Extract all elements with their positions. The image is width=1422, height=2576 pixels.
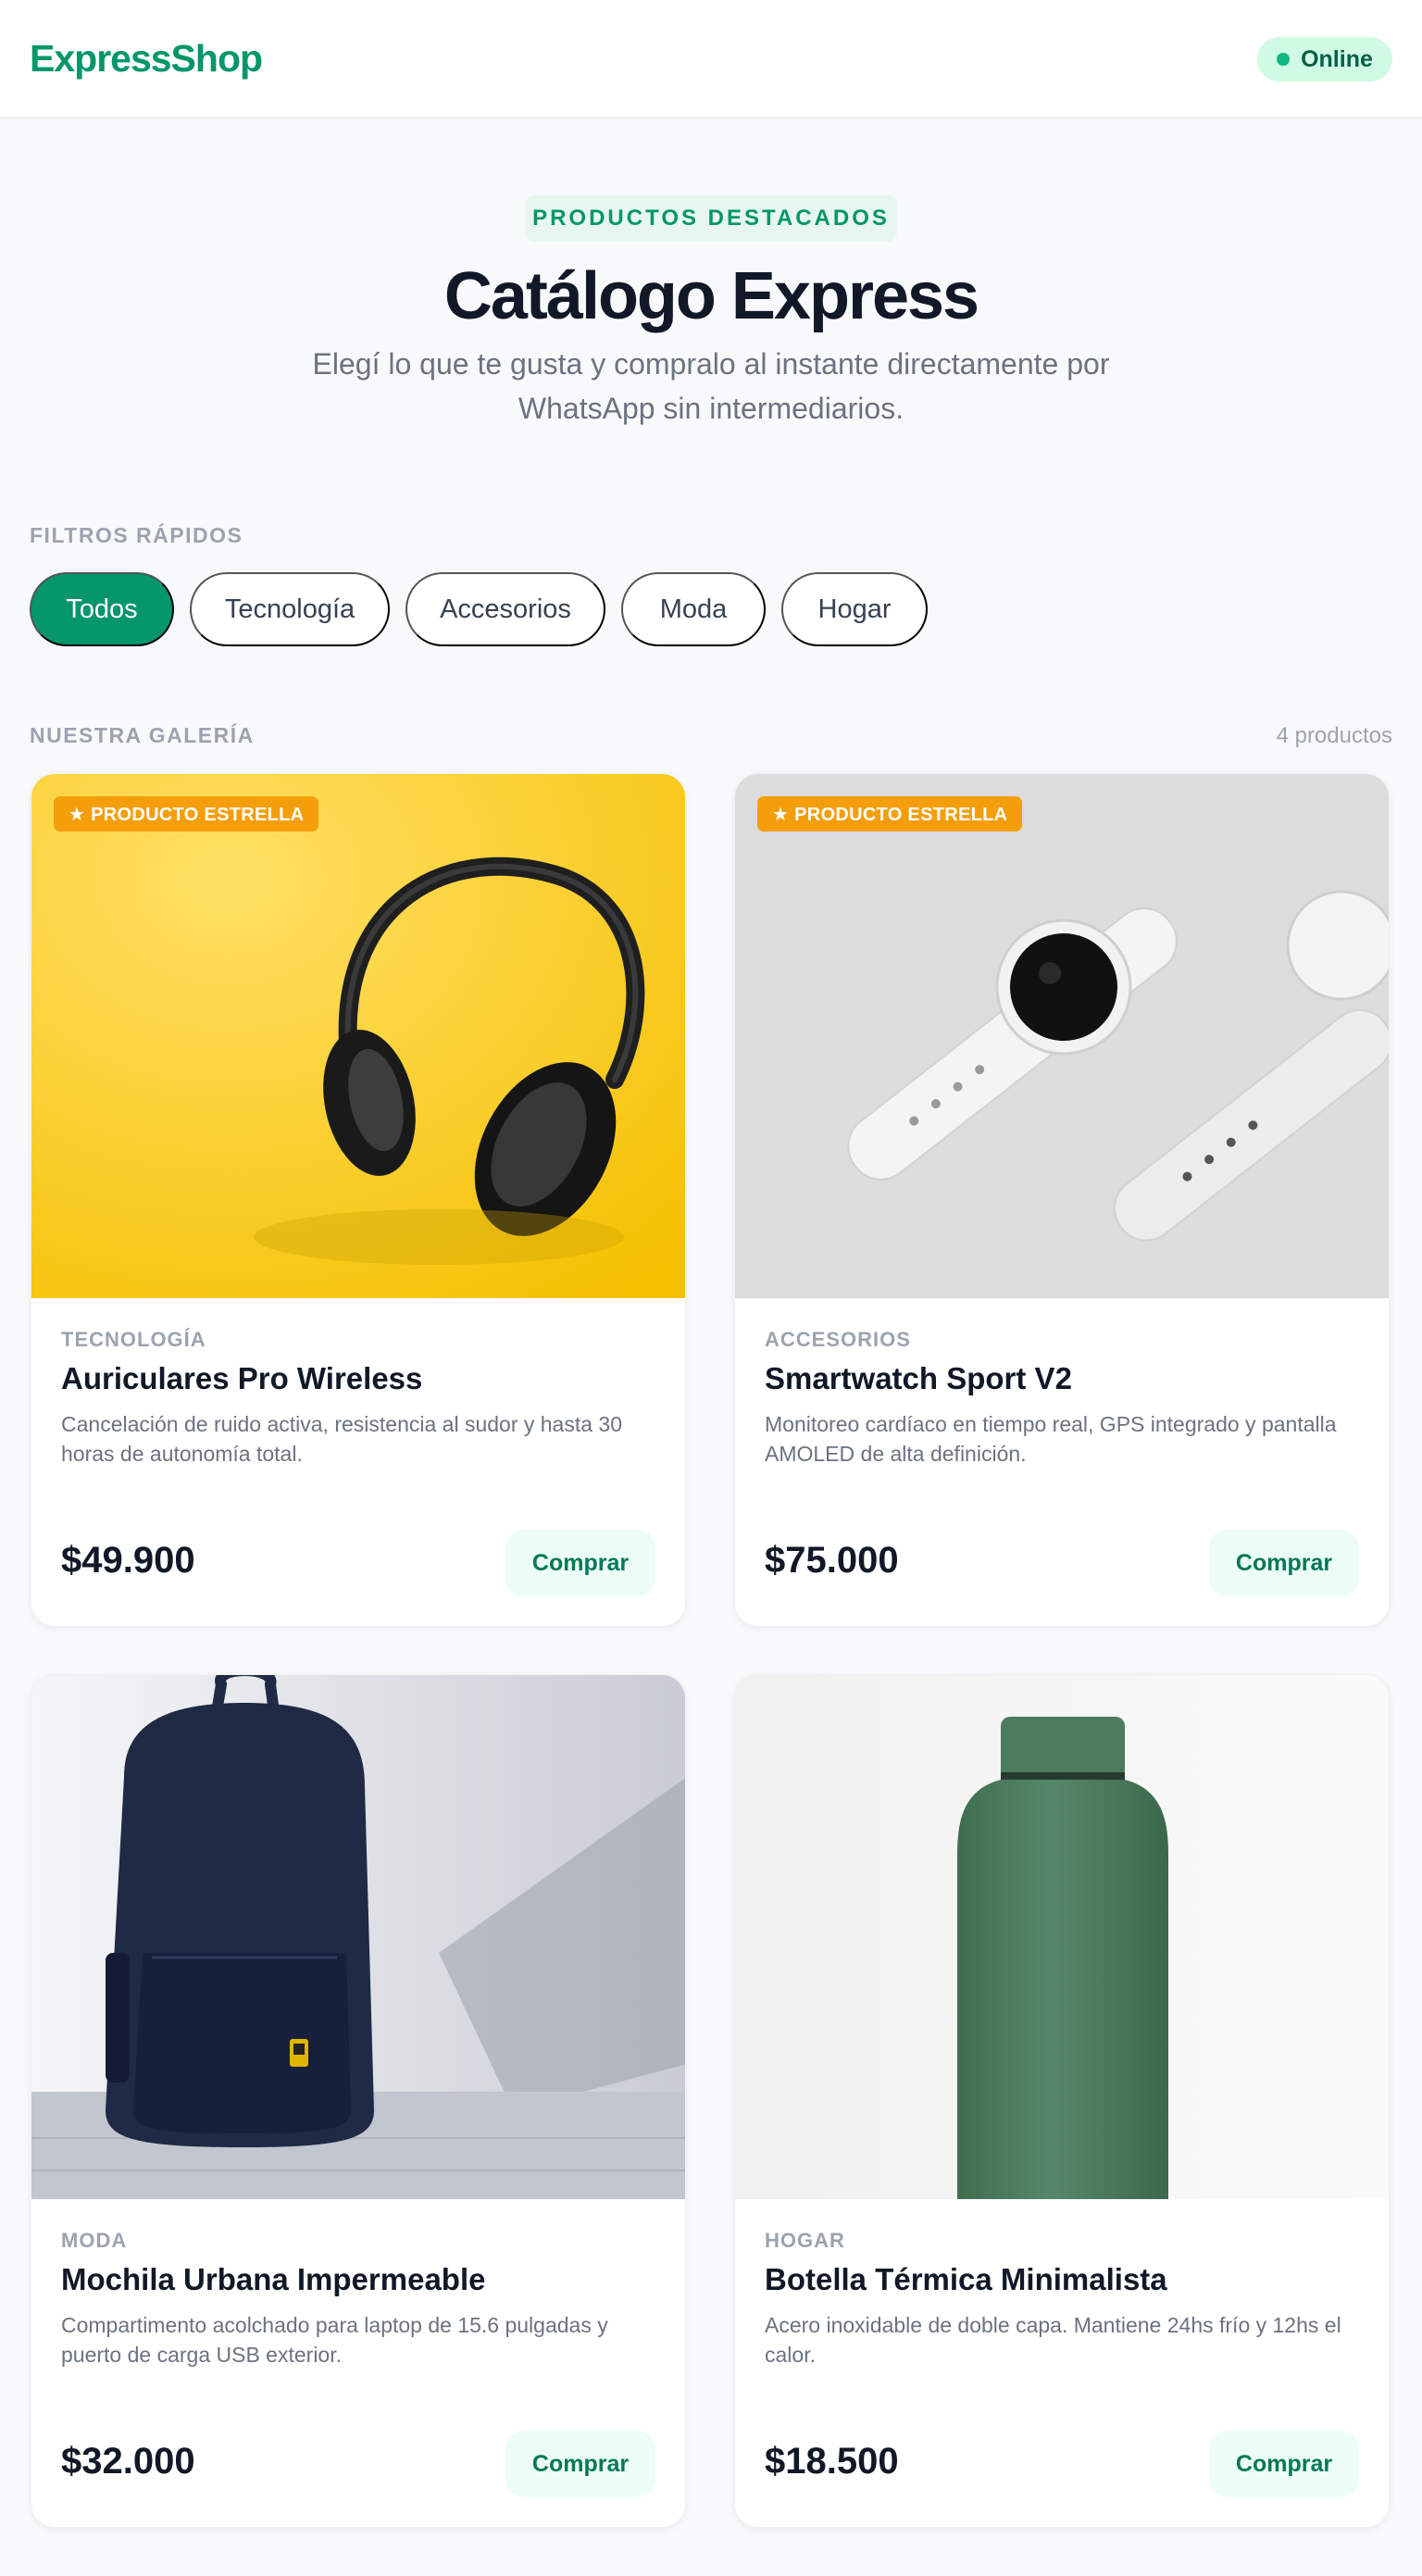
product-image-bottle[interactable] — [735, 1675, 1389, 2199]
top-header: ExpressShop Online — [0, 0, 1422, 119]
page-subtitle: Elegí lo que te gusta y compralo al inst… — [312, 347, 1110, 425]
status-text: Online — [1301, 45, 1373, 72]
filter-chip-hogar[interactable]: Hogar — [781, 572, 928, 646]
product-name: Mochila Urbana Impermeable — [61, 2262, 486, 2296]
product-category: TECNOLOGÍA — [61, 1328, 206, 1351]
hero-badge: PRODUCTOS DESTACADOS — [525, 195, 897, 242]
product-description: Compartimento acolchado para laptop de 1… — [61, 2313, 608, 2367]
headphones-image — [31, 774, 685, 1298]
product-name: Smartwatch Sport V2 — [765, 1361, 1072, 1395]
product-image-smartwatch[interactable]: ★ PRODUCTO ESTRELLA — [735, 774, 1389, 1298]
product-image-backpack[interactable] — [31, 1675, 685, 2199]
product-card[interactable]: ★ PRODUCTO ESTRELLA TECNOLOGÍA Auricular… — [31, 773, 686, 1627]
filter-chips: Todos Tecnología Accesorios Moda Hogar — [30, 572, 928, 646]
filter-chip-accesorios[interactable]: Accesorios — [405, 572, 605, 646]
backpack-image — [31, 1675, 685, 2199]
featured-badge: ★ PRODUCTO ESTRELLA — [757, 796, 1023, 832]
page-title: Catálogo Express — [443, 259, 979, 333]
gallery-label: NUESTRA GALERÍA — [30, 723, 255, 747]
buy-button[interactable]: Comprar — [1209, 1530, 1359, 1596]
product-card[interactable]: HOGAR Botella Térmica Minimalista Acero … — [734, 1674, 1390, 2528]
bottle-image — [735, 1675, 1389, 2199]
product-category: HOGAR — [765, 2229, 845, 2252]
buy-button[interactable]: Comprar — [505, 2431, 655, 2497]
online-status-badge: Online — [1257, 37, 1392, 81]
brand-logo[interactable]: ExpressShop — [30, 37, 263, 81]
product-price: $32.000 — [61, 2441, 195, 2482]
filter-chip-moda[interactable]: Moda — [621, 572, 766, 646]
smartwatch-image — [735, 774, 1389, 1298]
product-count: 4 productos — [1276, 723, 1392, 748]
filters-label: FILTROS RÁPIDOS — [30, 523, 243, 547]
product-description: Acero inoxidable de doble capa. Mantiene… — [765, 2313, 1341, 2367]
filter-chip-todos[interactable]: Todos — [30, 572, 174, 646]
product-price: $75.000 — [765, 1540, 899, 1581]
product-image-headphones[interactable]: ★ PRODUCTO ESTRELLA — [31, 774, 685, 1298]
product-name: Auriculares Pro Wireless — [61, 1361, 423, 1395]
product-description: Monitoreo cardíaco en tiempo real, GPS i… — [765, 1412, 1337, 1466]
product-category: ACCESORIOS — [765, 1328, 911, 1351]
product-description: Cancelación de ruido activa, resistencia… — [61, 1412, 623, 1466]
filter-chip-tecnologia[interactable]: Tecnología — [190, 572, 390, 646]
product-card[interactable]: MODA Mochila Urbana Impermeable Comparti… — [31, 1674, 686, 2528]
buy-button[interactable]: Comprar — [505, 1530, 655, 1596]
product-card[interactable]: ★ PRODUCTO ESTRELLA ACCESORIOS Smartwatc… — [734, 773, 1390, 1627]
featured-badge: ★ PRODUCTO ESTRELLA — [54, 796, 319, 832]
status-dot-icon — [1277, 53, 1291, 66]
product-name: Botella Térmica Minimalista — [765, 2262, 1167, 2296]
product-price: $18.500 — [765, 2441, 899, 2482]
buy-button[interactable]: Comprar — [1209, 2431, 1359, 2497]
product-category: MODA — [61, 2229, 128, 2252]
product-price: $49.900 — [61, 1540, 195, 1581]
